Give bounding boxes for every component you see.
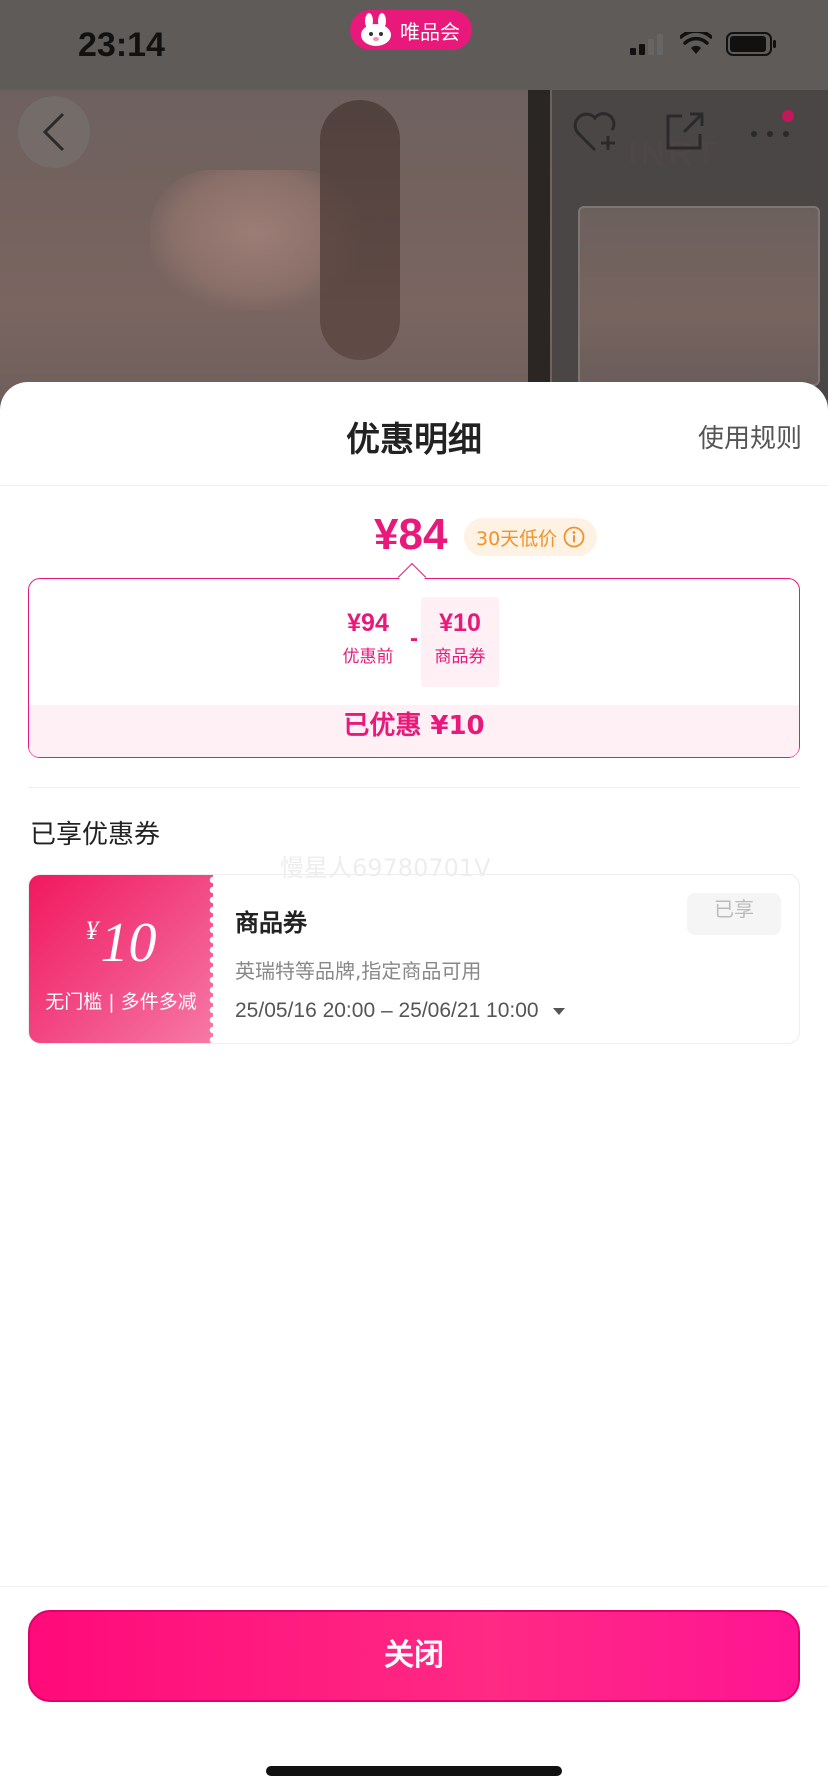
coupon-name: 商品券 [235,909,307,937]
discount-detail-sheet: 优惠明细 使用规则 ¥84 30天低价 ¥94 优惠前 - ¥10 商品券 已优… [0,382,828,1792]
low-price-badge-label: 30天低价 [476,527,558,550]
battery-icon [726,32,776,56]
coupon-deduction-amount: ¥10 [439,609,481,637]
back-button[interactable] [18,96,90,168]
original-price-item: ¥94 优惠前 [329,597,407,687]
status-bar: 23:14 唯品会 [0,0,828,90]
info-icon [563,526,585,548]
price-breakdown-box: ¥94 优惠前 - ¥10 商品券 已优惠 ¥10 [28,578,800,758]
usage-rules-link[interactable]: 使用规则 [698,418,802,455]
photo-frame [528,90,550,400]
low-price-badge[interactable]: 30天低价 [464,518,598,556]
wifi-icon [680,32,712,54]
app-badge: 唯品会 [350,10,472,50]
home-indicator [266,1766,562,1776]
coupon-deduction-label: 商品券 [434,647,486,667]
app-name: 唯品会 [400,19,460,44]
coupon-description: 英瑞特等品牌,指定商品可用 [235,959,482,983]
status-icons [630,32,778,56]
total-saved: 已优惠 ¥10 [29,705,799,757]
final-price-row: ¥84 30天低价 [0,510,828,566]
final-price: ¥84 [374,510,448,559]
product-thumbnail[interactable] [578,206,820,386]
coupon-validity-toggle[interactable]: 25/05/16 20:00 – 25/06/21 10:00 [235,999,565,1023]
product-model-hair [320,100,400,360]
original-price-amount: ¥94 [347,609,389,637]
coupon-value: ¥10 [29,911,213,975]
close-button[interactable]: 关闭 [28,1610,800,1702]
coupon-currency: ¥ [85,916,99,945]
signal-icon [630,34,663,55]
coupon-card: ¥10 无门槛 | 多件多减 商品券 已享 英瑞特等品牌,指定商品可用 25/0… [28,874,800,1044]
rabbit-logo-icon [361,13,391,46]
minus-operator: - [410,625,418,652]
coupon-value-panel: ¥10 无门槛 | 多件多减 [29,875,218,1043]
chevron-left-icon [42,112,65,152]
coupon-validity-period: 25/05/16 20:00 – 25/06/21 10:00 [235,999,539,1022]
caret-down-icon [552,1007,565,1015]
coupon-value-number: 10 [100,912,157,974]
coupon-conditions: 无门槛 | 多件多减 [45,991,197,1013]
original-price-label: 优惠前 [342,647,394,667]
status-time: 23:14 [78,26,165,64]
sheet-header: 优惠明细 使用规则 [0,382,828,486]
coupon-status-badge: 已享 [687,893,781,935]
applied-coupons-title: 已享优惠券 [30,820,161,850]
breakdown-items: ¥94 优惠前 - ¥10 商品券 [29,597,799,687]
footer-divider [0,1586,828,1587]
favorite-add-icon[interactable] [572,110,618,154]
share-icon[interactable] [664,110,706,152]
more-icon[interactable] [748,108,796,144]
coupon-deduction-item: ¥10 商品券 [421,597,499,687]
divider [28,787,800,788]
